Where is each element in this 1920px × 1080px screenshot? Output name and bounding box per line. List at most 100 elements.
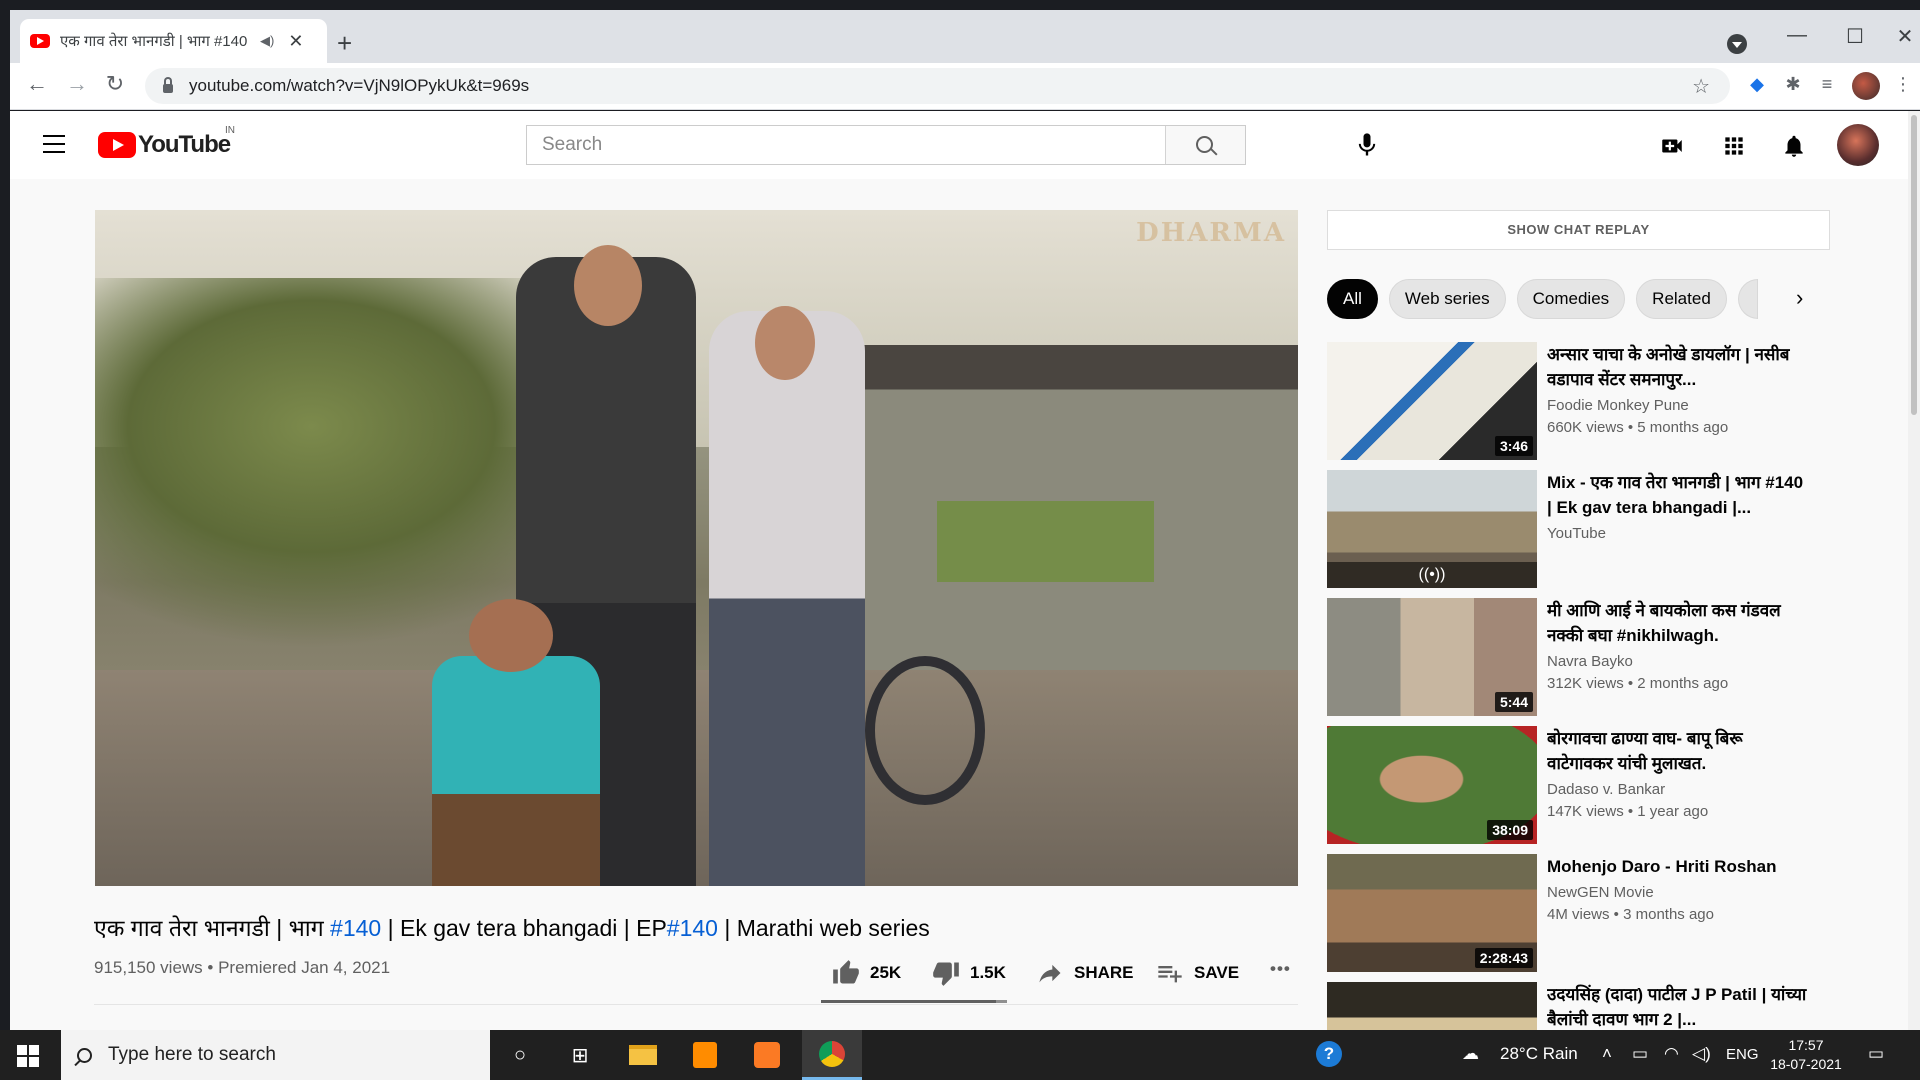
hashtag-link[interactable]: #140 bbox=[330, 915, 381, 941]
section-divider bbox=[94, 1004, 1298, 1005]
chrome-menu-icon[interactable]: ⋮ bbox=[1890, 74, 1916, 95]
notification-center-icon[interactable]: ▭ bbox=[1868, 1044, 1884, 1064]
weather-text[interactable]: 28°C Rain bbox=[1500, 1044, 1578, 1064]
hashtag-link[interactable]: #140 bbox=[667, 915, 718, 941]
recommendation-item[interactable]: 2:28:43 Mohenjo Daro - Hriti Roshan NewG… bbox=[1327, 854, 1830, 972]
search-icon bbox=[77, 1047, 92, 1063]
dislike-count: 1.5K bbox=[970, 963, 1006, 982]
maximize-button[interactable]: ☐ bbox=[1840, 24, 1870, 49]
video-frame-field bbox=[937, 500, 1154, 582]
video-thumbnail[interactable]: 3:46 bbox=[1327, 342, 1537, 460]
like-count: 25K bbox=[870, 963, 902, 982]
taskbar-search-box[interactable]: Type here to search bbox=[61, 1030, 490, 1080]
like-ratio-fill bbox=[821, 1000, 996, 1003]
search-input[interactable] bbox=[527, 126, 1165, 164]
recommendation-channel[interactable]: YouTube bbox=[1547, 525, 1606, 542]
recommendation-title[interactable]: बोरगावचा ढाण्या वाघ- बापू बिरू वाटेगावकर… bbox=[1547, 726, 1807, 776]
file-explorer-icon[interactable] bbox=[618, 1030, 668, 1080]
recommendation-item[interactable]: ((•)) Mix - एक गाव तेरा भानगडी | भाग #14… bbox=[1327, 470, 1830, 588]
minimize-button[interactable]: — bbox=[1782, 24, 1812, 47]
task-view-icon[interactable]: ⊞ bbox=[555, 1030, 605, 1080]
url-text[interactable]: youtube.com/watch?v=VjN9lOPykUk&t=969s bbox=[189, 76, 529, 96]
recommendation-channel[interactable]: NewGEN Movie bbox=[1547, 884, 1654, 901]
chip-related[interactable]: Related bbox=[1636, 279, 1727, 319]
video-thumbnail[interactable]: 5:44 bbox=[1327, 598, 1537, 716]
recommendation-item[interactable]: उदयसिंह (दादा) पाटील J P Patil | यांच्या… bbox=[1327, 982, 1830, 1030]
title-text: | Ek gav tera bhangadi | EP bbox=[381, 915, 667, 941]
hamburger-menu-icon[interactable] bbox=[43, 135, 65, 153]
recommendation-channel[interactable]: Foodie Monkey Pune bbox=[1547, 397, 1689, 414]
create-video-icon[interactable] bbox=[1658, 133, 1686, 159]
show-hidden-icons-icon[interactable]: ˄ bbox=[1602, 1044, 1612, 1064]
wifi-icon[interactable]: ◠ bbox=[1664, 1044, 1679, 1064]
volume-icon[interactable]: ◁) bbox=[1692, 1044, 1711, 1064]
profile-avatar[interactable] bbox=[1852, 72, 1880, 100]
account-avatar[interactable] bbox=[1837, 124, 1879, 166]
video-thumbnail[interactable]: 2:28:43 bbox=[1327, 854, 1537, 972]
show-chat-replay-button[interactable]: SHOW CHAT REPLAY bbox=[1327, 210, 1830, 250]
tab-close-button[interactable]: ✕ bbox=[288, 31, 303, 52]
video-frame-person bbox=[708, 305, 865, 886]
search-button[interactable] bbox=[1165, 126, 1245, 164]
chip-web-series[interactable]: Web series bbox=[1388, 279, 1506, 319]
title-text: | Marathi web series bbox=[717, 915, 930, 941]
tab-search-icon[interactable] bbox=[1727, 34, 1747, 54]
battery-icon[interactable]: ▭ bbox=[1632, 1044, 1648, 1064]
extensions-puzzle-icon[interactable]: ✱ bbox=[1780, 74, 1806, 95]
recommendation-title[interactable]: उदयसिंह (दादा) पाटील J P Patil | यांच्या… bbox=[1547, 982, 1807, 1030]
chip-all[interactable]: All bbox=[1327, 279, 1378, 319]
scrollbar-thumb[interactable] bbox=[1911, 115, 1917, 415]
apps-grid-icon[interactable] bbox=[1720, 133, 1748, 159]
chips-next-arrow-icon[interactable]: › bbox=[1796, 285, 1803, 311]
extension-icon[interactable]: ◆ bbox=[1744, 74, 1770, 95]
recommendation-title[interactable]: मी आणि आई ने बायकोला कस गंडवल नक्की बघा … bbox=[1547, 598, 1807, 648]
dislike-button[interactable]: 1.5K bbox=[932, 959, 1006, 987]
lock-icon[interactable] bbox=[163, 76, 173, 93]
chip-partial[interactable] bbox=[1737, 279, 1758, 319]
weather-rain-icon[interactable]: ☁ bbox=[1462, 1044, 1479, 1064]
share-arrow-icon bbox=[1039, 964, 1061, 983]
forward-button[interactable]: → bbox=[62, 71, 92, 97]
video-thumbnail[interactable] bbox=[1327, 982, 1537, 1030]
youtube-logo[interactable]: YouTube IN bbox=[98, 125, 235, 159]
more-actions-button[interactable]: ••• bbox=[1270, 959, 1291, 979]
like-button[interactable]: 25K bbox=[832, 959, 901, 987]
microphone-icon[interactable] bbox=[1353, 131, 1381, 159]
recommendation-title[interactable]: अन्सार चाचा के अनोखे डायलॉग | नसीब वडापा… bbox=[1547, 342, 1807, 392]
notifications-bell-icon[interactable] bbox=[1780, 133, 1808, 159]
recommendation-title[interactable]: Mix - एक गाव तेरा भानगडी | भाग #140 | Ek… bbox=[1547, 470, 1807, 520]
video-player[interactable]: DHARMA bbox=[95, 210, 1298, 886]
windows-taskbar: Type here to search ○ ⊞ ? ☁ 28°C Rain ˄ … bbox=[0, 1030, 1920, 1080]
clock-date: 18-07-2021 bbox=[1770, 1056, 1842, 1072]
recommendation-item[interactable]: 3:46 अन्सार चाचा के अनोखे डायलॉग | नसीब … bbox=[1327, 342, 1830, 460]
help-icon[interactable]: ? bbox=[1316, 1041, 1342, 1067]
recommendation-item[interactable]: 5:44 मी आणि आई ने बायकोला कस गंडवल नक्की… bbox=[1327, 598, 1830, 716]
reload-button[interactable]: ↻ bbox=[100, 71, 130, 97]
chip-comedies[interactable]: Comedies bbox=[1516, 279, 1626, 319]
sublime-text-icon[interactable] bbox=[680, 1030, 730, 1080]
new-tab-button[interactable]: + bbox=[337, 28, 352, 59]
cortana-icon[interactable]: ○ bbox=[495, 1030, 545, 1080]
bookmark-star-icon[interactable]: ☆ bbox=[1692, 74, 1710, 99]
video-thumbnail[interactable]: 38:09 bbox=[1327, 726, 1537, 844]
browser-tab[interactable]: एक गाव तेरा भानगडी | भाग #140 ◀︎) ✕ bbox=[20, 19, 327, 63]
chrome-taskbar-icon[interactable] bbox=[802, 1030, 862, 1080]
tab-audio-icon[interactable]: ◀︎) bbox=[260, 33, 274, 49]
save-button[interactable]: SAVE bbox=[1156, 959, 1239, 987]
recommendation-title[interactable]: Mohenjo Daro - Hriti Roshan bbox=[1547, 854, 1807, 879]
address-bar[interactable]: youtube.com/watch?v=VjN9lOPykUk&t=969s ☆ bbox=[145, 68, 1730, 104]
share-button[interactable]: SHARE bbox=[1036, 959, 1134, 987]
windows-start-icon[interactable] bbox=[17, 1045, 39, 1067]
clock[interactable]: 17:57 18-07-2021 bbox=[1766, 1036, 1846, 1074]
recommendation-item[interactable]: 38:09 बोरगावचा ढाण्या वाघ- बापू बिरू वाट… bbox=[1327, 726, 1830, 844]
page-scrollbar[interactable] bbox=[1908, 111, 1920, 1030]
recommendation-meta: 660K views • 5 months ago bbox=[1547, 419, 1729, 436]
language-indicator[interactable]: ENG bbox=[1726, 1046, 1759, 1063]
back-button[interactable]: ← bbox=[22, 71, 52, 97]
mix-playlist-thumbnail[interactable]: ((•)) bbox=[1327, 470, 1537, 588]
xampp-icon[interactable] bbox=[742, 1030, 792, 1080]
recommendation-channel[interactable]: Dadaso v. Bankar bbox=[1547, 781, 1665, 798]
media-control-icon[interactable]: ≡ bbox=[1814, 74, 1840, 95]
close-window-button[interactable]: ✕ bbox=[1890, 24, 1920, 49]
recommendation-channel[interactable]: Navra Bayko bbox=[1547, 653, 1633, 670]
